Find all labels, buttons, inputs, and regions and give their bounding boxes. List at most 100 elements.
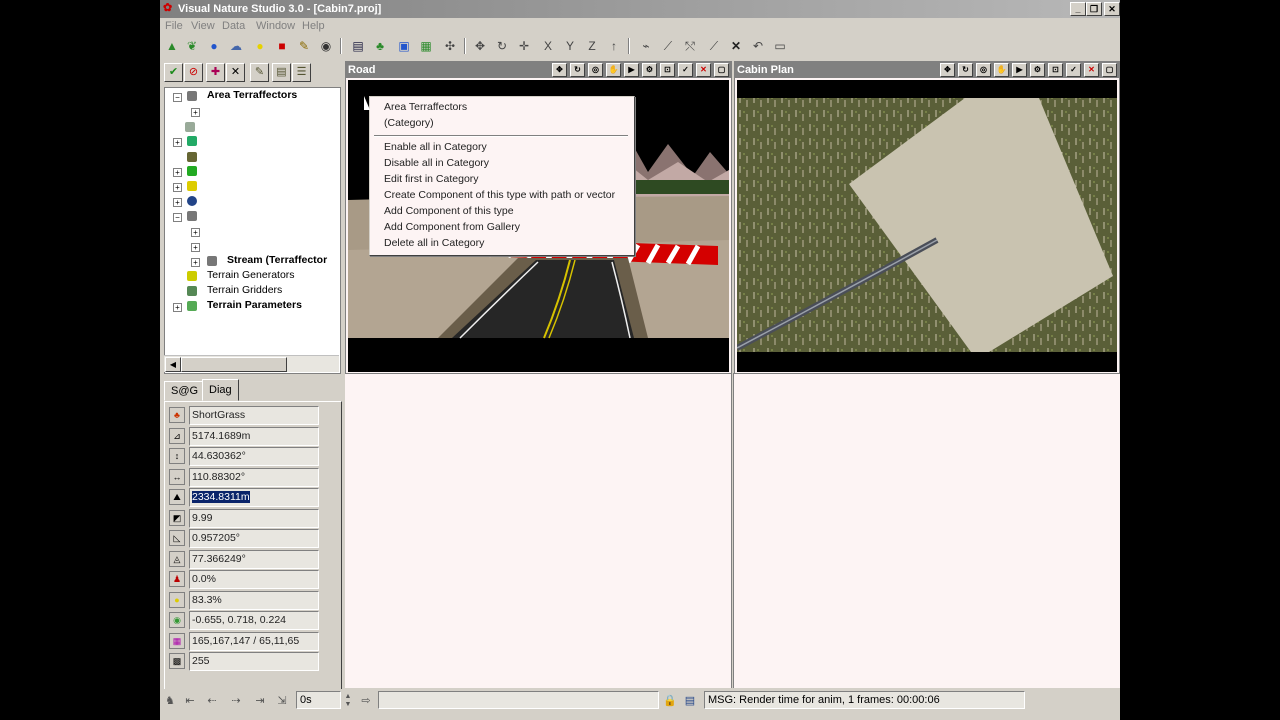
tree-item-terrain-gridders[interactable]: Terrain Gridders [207, 283, 282, 298]
tree-item-stream[interactable]: Stream (Terraffector [227, 253, 327, 268]
tree-item-terrain-parameters[interactable]: Terrain Parameters [207, 298, 302, 313]
vector-icon[interactable]: ✣ [442, 38, 458, 54]
lock-icon[interactable]: ⊡ [1048, 63, 1063, 77]
add-component-icon[interactable]: ✚ [206, 63, 225, 82]
y-axis-icon[interactable]: Y [562, 38, 578, 54]
scroll-thumb[interactable] [181, 357, 287, 372]
diag-value[interactable]: 0.957205° [189, 529, 319, 548]
expand-icon[interactable]: + [173, 198, 182, 207]
lock-icon[interactable]: ⊡ [660, 63, 675, 77]
diag-value[interactable]: 165,167,147 / 65,11,65 [189, 632, 319, 651]
tree-icon[interactable]: ♣ [372, 38, 388, 54]
scale-icon[interactable]: ✛ [516, 38, 532, 54]
diag-value[interactable]: 110.88302° [189, 468, 319, 487]
menu-item-add-from-gallery[interactable]: Add Component from Gallery [384, 219, 520, 235]
menu-item-enable-all[interactable]: Enable all in Category [384, 139, 487, 155]
maximize-viewport-icon[interactable]: ▢ [714, 63, 729, 77]
page-icon[interactable]: ▤ [350, 38, 366, 54]
maximize-viewport-icon[interactable]: ▢ [1102, 63, 1117, 77]
title-bar[interactable]: ✿ Visual Nature Studio 3.0 - [Cabin7.pro… [160, 0, 1120, 18]
diag-value[interactable]: 0.0% [189, 570, 319, 589]
settings-icon[interactable]: ⚙ [1030, 63, 1045, 77]
settings-icon[interactable]: ⚙ [642, 63, 657, 77]
expand-icon[interactable]: + [191, 243, 200, 252]
play-icon[interactable]: ⇢ [228, 693, 244, 709]
x-axis-icon[interactable]: X [540, 38, 556, 54]
animation-icon[interactable]: ♞ [162, 693, 178, 709]
diag-value[interactable]: 77.366249° [189, 550, 319, 569]
delete-icon[interactable]: ✕ [728, 38, 744, 54]
bottom-scrollbar[interactable] [160, 711, 1120, 720]
list-icon[interactable]: ☰ [292, 63, 311, 82]
expand-icon[interactable]: + [191, 108, 200, 117]
menu-item-create-with-path[interactable]: Create Component of this type with path … [384, 187, 615, 203]
close-viewport-icon[interactable]: ✕ [1084, 63, 1099, 77]
up-arrow-icon[interactable]: ↑ [606, 38, 622, 54]
properties-icon[interactable]: ▤ [272, 63, 291, 82]
diag-value[interactable]: 5174.1689m [189, 427, 319, 446]
close-viewport-icon[interactable]: ✕ [696, 63, 711, 77]
undo-icon[interactable]: ↶ [750, 38, 766, 54]
tree-item-terrain-generators[interactable]: Terrain Generators [207, 268, 295, 283]
key-icon[interactable]: ⇨ [358, 693, 374, 709]
pan-icon[interactable]: ✋ [994, 63, 1009, 77]
camera-icon[interactable]: ◉ [318, 38, 334, 54]
foliage-icon[interactable]: ❦ [184, 38, 200, 54]
viewport-title-bar[interactable]: Road ✥ ↻ ◎ ✋ ▶ ⚙ ⊡ ✓ ✕ ▢ [346, 62, 731, 78]
expand-icon[interactable]: + [191, 258, 200, 267]
water-icon[interactable]: ● [206, 38, 222, 54]
scroll-left-icon[interactable]: ◀ [165, 357, 181, 372]
diag-value[interactable]: 255 [189, 652, 319, 671]
add-point-icon[interactable]: ⌁ [638, 38, 654, 54]
diag-value[interactable]: 44.630362° [189, 447, 319, 466]
diag-value[interactable]: -0.655, 0.718, 0.224 [189, 611, 319, 630]
cabin-plan-render[interactable] [737, 80, 1117, 372]
menu-help[interactable]: Help [302, 20, 325, 32]
diagnostic-icon[interactable]: ✓ [1066, 63, 1081, 77]
render-icon[interactable]: ▶ [1012, 63, 1027, 77]
tree-horizontal-scrollbar[interactable]: ◀ [164, 355, 339, 372]
image-icon[interactable]: ▣ [396, 38, 412, 54]
menu-file[interactable]: File [165, 20, 183, 32]
zoom-icon[interactable]: ◎ [588, 63, 603, 77]
last-frame-icon[interactable]: ⇲ [274, 693, 290, 709]
expand-icon[interactable]: + [191, 228, 200, 237]
menu-window[interactable]: Window [256, 20, 295, 32]
rotate-icon[interactable]: ↻ [494, 38, 510, 54]
menu-item-add-component[interactable]: Add Component of this type [384, 203, 514, 219]
next-frame-icon[interactable]: ⇥ [252, 693, 268, 709]
terrain-icon[interactable]: ▲ [164, 38, 180, 54]
viewport-title-bar[interactable]: Cabin Plan ✥ ↻ ◎ ✋ ▶ ⚙ ⊡ ✓ ✕ ▢ [735, 62, 1119, 78]
rotate-icon[interactable]: ↻ [570, 63, 585, 77]
menu-data[interactable]: Data [222, 20, 245, 32]
render-icon[interactable]: ▶ [624, 63, 639, 77]
z-axis-icon[interactable]: Z [584, 38, 600, 54]
pan-icon[interactable]: ✋ [606, 63, 621, 77]
menu-view[interactable]: View [191, 20, 215, 32]
maximize-button[interactable]: ❐ [1086, 2, 1102, 16]
previous-frame-icon[interactable]: ⇠ [204, 693, 220, 709]
diag-value[interactable]: ShortGrass [189, 406, 319, 425]
map-icon[interactable]: ▦ [418, 38, 434, 54]
move-icon[interactable]: ✥ [472, 38, 488, 54]
diag-value[interactable]: 83.3% [189, 591, 319, 610]
move-icon[interactable]: ✥ [552, 63, 567, 77]
tree-item-area-terraffectors[interactable]: Area Terraffectors [207, 88, 297, 103]
zoom-icon[interactable]: ◎ [976, 63, 991, 77]
menu-item-delete-all[interactable]: Delete all in Category [384, 235, 484, 251]
menu-item-edit-first[interactable]: Edit first in Category [384, 171, 479, 187]
first-frame-icon[interactable]: ⇤ [182, 693, 198, 709]
diag-value[interactable]: 9.99 [189, 509, 319, 528]
branch-icon[interactable]: ⤲ [682, 38, 698, 54]
tab-diag[interactable]: Diag [202, 379, 239, 401]
collapse-icon[interactable]: − [173, 93, 182, 102]
disable-icon[interactable]: ⊘ [184, 63, 203, 82]
log-icon[interactable]: ▤ [682, 693, 698, 709]
sky-icon[interactable]: ☁ [228, 38, 244, 54]
menu-item-disable-all[interactable]: Disable all in Category [384, 155, 489, 171]
collapse-icon[interactable]: − [173, 213, 182, 222]
viewport-empty-left[interactable] [345, 373, 732, 688]
time-spinner-icon[interactable]: ▲ ▼ [340, 693, 356, 709]
close-button[interactable]: ✕ [1104, 2, 1120, 16]
ruler-icon[interactable]: ▭ [772, 38, 788, 54]
